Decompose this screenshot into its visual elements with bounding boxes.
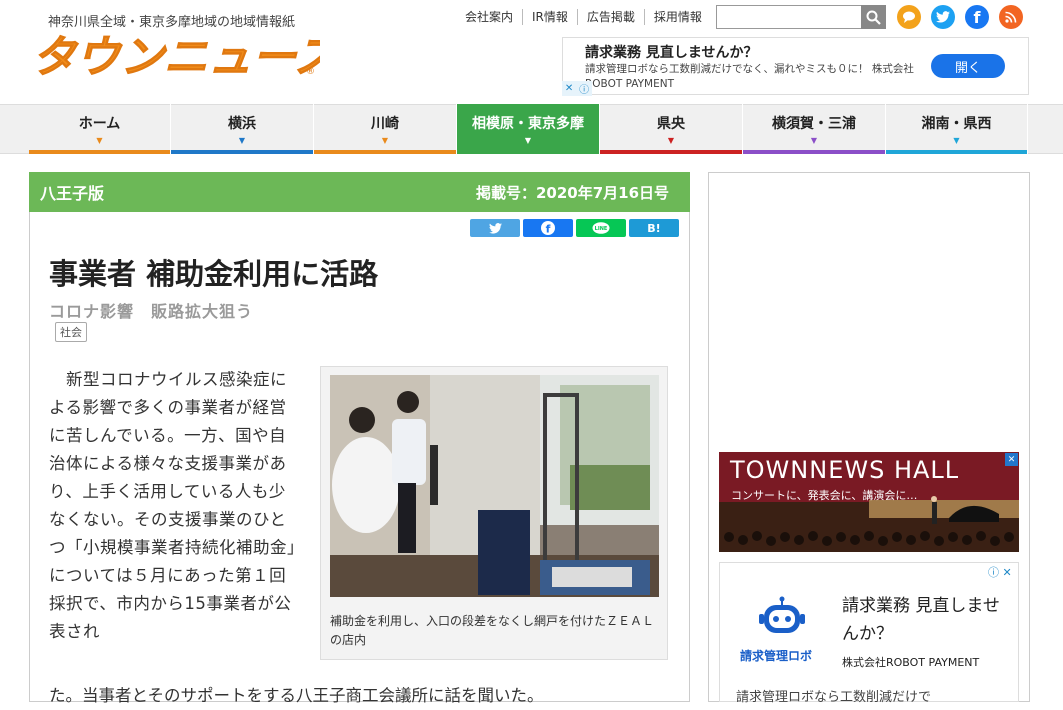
hall-ad-title: TOWNNEWS HALL bbox=[730, 456, 960, 484]
issue-date: 掲載号：2020年7月16日号 bbox=[476, 184, 670, 202]
nav-kawasaki[interactable]: 川崎 ▼ bbox=[314, 104, 457, 154]
facebook-icon[interactable]: f bbox=[965, 5, 989, 29]
nav-shonan[interactable]: 湘南・県西 ▼ bbox=[886, 104, 1028, 154]
nav-yokosuka[interactable]: 横須賀・三浦 ▼ bbox=[743, 104, 886, 154]
nav-home[interactable]: ホーム ▼ bbox=[29, 104, 171, 154]
edition-name: 八王子版 bbox=[40, 184, 105, 203]
robot-logo-icon bbox=[758, 596, 806, 646]
adchoices-icon[interactable]: ⓘ ✕ bbox=[988, 564, 1012, 580]
svg-text:LINE: LINE bbox=[595, 226, 608, 232]
facebook-icon: f bbox=[541, 221, 555, 235]
search-button[interactable] bbox=[861, 5, 886, 29]
facebook-share-button[interactable]: f bbox=[523, 219, 573, 237]
link-ir[interactable]: IR情報 bbox=[523, 9, 578, 25]
top-links: 会社案内 IR情報 広告掲載 採用情報 bbox=[456, 9, 711, 25]
nav-yokohama[interactable]: 横浜 ▼ bbox=[171, 104, 314, 154]
chevron-down-icon: ▼ bbox=[667, 136, 675, 145]
search-input[interactable] bbox=[716, 5, 862, 29]
ad2-description: 請求管理ロボなら工数削減だけで bbox=[736, 690, 932, 705]
link-recruit[interactable]: 採用情報 bbox=[645, 9, 711, 25]
line-share-button[interactable]: LINE bbox=[576, 219, 626, 237]
logo-text: タウンニュース bbox=[32, 32, 320, 80]
adchoices-icon[interactable]: ✕ ⓘ bbox=[562, 81, 592, 96]
top-ad-banner[interactable]: 請求業務 見直しませんか？ 請求管理ロボなら工数削減だけでなく、漏れやミスも０に… bbox=[562, 37, 1029, 95]
twitter-icon[interactable] bbox=[931, 5, 955, 29]
article-photo[interactable] bbox=[330, 375, 659, 597]
svg-text:®: ® bbox=[306, 67, 315, 77]
chevron-down-icon: ▼ bbox=[810, 136, 818, 145]
twitter-share-button[interactable] bbox=[470, 219, 520, 237]
svg-text:f: f bbox=[546, 223, 551, 236]
ad2-logo-text: 請求管理ロボ bbox=[740, 649, 813, 663]
article-body-continued: た。当事者とそのサポートをする八王子商工会議所に話を聞いた。 bbox=[49, 686, 544, 705]
rss-icon[interactable] bbox=[999, 5, 1023, 29]
top-ad-open-button[interactable]: 開く bbox=[931, 54, 1005, 78]
close-icon[interactable]: ✕ bbox=[1005, 453, 1018, 466]
article-subhead: コロナ影響 販路拡大狙う bbox=[49, 302, 254, 321]
search-icon bbox=[866, 10, 881, 25]
hall-ad-subtitle: コンサートに、発表会に、講演会に… bbox=[731, 489, 918, 502]
category-tag[interactable]: 社会 bbox=[55, 322, 87, 342]
article-body: 新型コロナウイルス感染症による影響で多くの事業者が経営に苦しんでいる。一方、国や… bbox=[49, 370, 296, 641]
ad2-headline: 請求業務 見直しませんか？ bbox=[842, 596, 1000, 644]
article-headline: 事業者 補助金利用に活路 bbox=[49, 257, 379, 291]
ad2-company: 株式会社ROBOT PAYMENT bbox=[842, 656, 980, 669]
top-ad-headline: 請求業務 見直しませんか？ bbox=[585, 45, 758, 61]
chevron-down-icon: ▼ bbox=[953, 136, 960, 145]
chevron-down-icon: ▼ bbox=[238, 136, 246, 145]
twitter-icon bbox=[488, 222, 502, 234]
line-icon: LINE bbox=[592, 221, 610, 234]
site-logo[interactable]: タウンニュース ® bbox=[30, 28, 321, 81]
chevron-down-icon: ▼ bbox=[524, 136, 532, 145]
chevron-down-icon: ▼ bbox=[381, 136, 389, 145]
hatena-share-button[interactable]: B! bbox=[629, 219, 679, 237]
chevron-down-icon: ▼ bbox=[96, 136, 103, 145]
link-company[interactable]: 会社案内 bbox=[456, 9, 524, 25]
nav-sagamihara[interactable]: 相模原・東京多摩 ▼ bbox=[457, 104, 600, 154]
townnews-icon[interactable] bbox=[897, 5, 921, 29]
top-ad-desc: 請求管理ロボなら工数削減だけでなく、漏れやミスも０に！ 株式会社ROBOT PA… bbox=[585, 63, 914, 90]
photo-caption: 補助金を利用し、入口の段差をなくし網戸を付けたＺＥＡＬの店内 bbox=[330, 614, 655, 647]
nav-kenou[interactable]: 県央 ▼ bbox=[600, 104, 743, 154]
link-ads[interactable]: 広告掲載 bbox=[578, 9, 645, 25]
